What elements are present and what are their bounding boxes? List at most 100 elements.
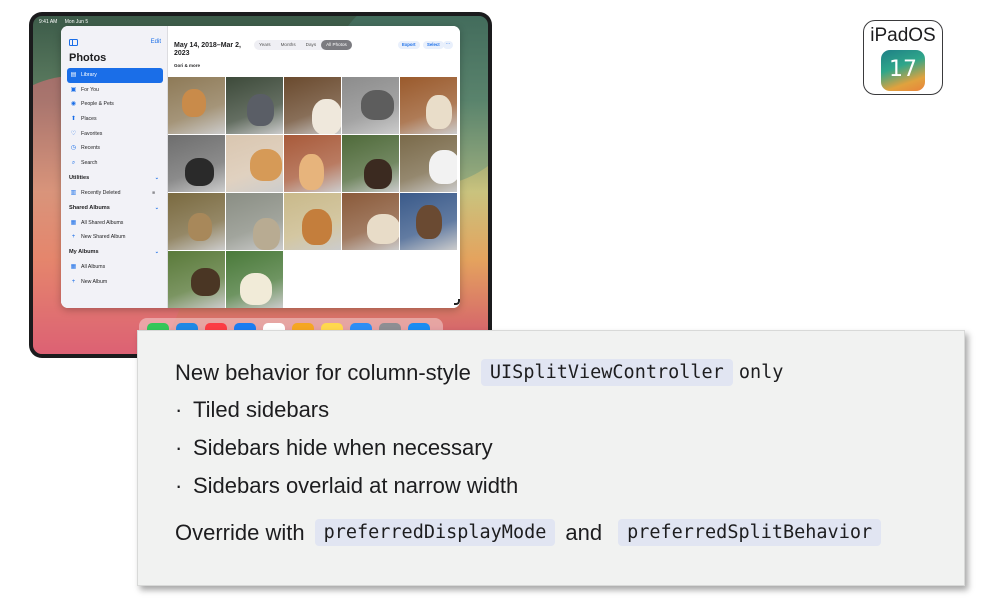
shared-albums-icon: ▦ bbox=[70, 219, 77, 226]
sidebar-item-label: All Albums bbox=[81, 263, 106, 270]
segment-months[interactable]: Months bbox=[276, 40, 301, 50]
export-button[interactable]: Export bbox=[398, 41, 420, 49]
dog-figure bbox=[367, 214, 399, 244]
photo-thumbnail[interactable] bbox=[168, 77, 225, 134]
sidebar-item-label: Recents bbox=[81, 145, 101, 152]
sidebar-toggle-icon[interactable] bbox=[69, 39, 78, 46]
select-button[interactable]: Select bbox=[423, 41, 444, 49]
heart-icon: ♡ bbox=[70, 130, 77, 137]
dog-figure bbox=[185, 158, 214, 186]
search-icon: ⌕ bbox=[71, 160, 76, 167]
chevron-down-icon: ⌄ bbox=[154, 174, 159, 181]
photo-thumbnail[interactable] bbox=[226, 251, 283, 308]
photos-content: May 14, 2018–Mar 2, 2023 Gori & more Yea… bbox=[168, 26, 460, 308]
bullet-text: Sidebars hide when necessary bbox=[193, 435, 493, 460]
sidebar-title: Photos bbox=[69, 52, 107, 64]
sidebar-item-recently-deleted[interactable]: ▥ Recently Deleted ■ bbox=[67, 186, 163, 201]
dog-figure bbox=[299, 154, 324, 190]
sidebar-item-label: Recently Deleted bbox=[81, 189, 121, 196]
for-you-icon: ▣ bbox=[70, 86, 77, 93]
photo-thumbnail[interactable] bbox=[284, 135, 341, 192]
photo-thumbnail[interactable] bbox=[342, 193, 399, 250]
plus-icon: + bbox=[71, 278, 76, 285]
sidebar-item-for-you[interactable]: ▣ For You bbox=[67, 83, 163, 98]
date-range-title: May 14, 2018–Mar 2, 2023 bbox=[174, 42, 241, 57]
photo-thumbnail[interactable] bbox=[168, 193, 225, 250]
sidebar-item-all-albums[interactable]: ▦ All Albums bbox=[67, 260, 163, 275]
sidebar-item-all-shared-albums[interactable]: ▦ All Shared Albums bbox=[67, 216, 163, 231]
bullet-icon: · bbox=[175, 473, 183, 498]
dog-figure bbox=[302, 209, 332, 245]
ipad-device: 9:41 AM Mon Jun 5 ··· Edit Photos ▤ Libr… bbox=[29, 12, 492, 358]
photo-thumbnail[interactable] bbox=[284, 193, 341, 250]
photo-thumbnail[interactable] bbox=[342, 77, 399, 134]
section-header-shared-albums[interactable]: Shared Albums ⌄ bbox=[67, 201, 163, 216]
library-icon: ▤ bbox=[70, 72, 77, 78]
dog-figure bbox=[188, 213, 212, 241]
sidebar-item-label: New Album bbox=[81, 278, 108, 285]
chevron-down-icon: ⌄ bbox=[154, 248, 159, 255]
intro-suffix: only bbox=[738, 362, 784, 383]
dog-figure bbox=[240, 273, 272, 305]
sidebar-item-search[interactable]: ⌕ Search bbox=[67, 156, 163, 171]
sidebar-item-places[interactable]: ⬆ Places bbox=[67, 112, 163, 127]
sidebar-item-label: Favorites bbox=[81, 130, 103, 137]
photo-thumbnail[interactable] bbox=[400, 77, 457, 134]
dog-figure bbox=[361, 90, 394, 120]
dog-figure bbox=[364, 159, 392, 189]
albums-icon: ▦ bbox=[70, 263, 77, 270]
os-name: iPadOS bbox=[870, 25, 936, 46]
section-header-utilities[interactable]: Utilities ⌄ bbox=[67, 171, 163, 186]
code-uisplitviewcontroller: UISplitViewController bbox=[480, 359, 733, 386]
plus-icon: + bbox=[71, 234, 76, 241]
sidebar-item-label: For You bbox=[81, 86, 99, 93]
sidebar-item-new-shared-album[interactable]: + New Shared Album bbox=[67, 230, 163, 245]
segment-days[interactable]: Days bbox=[301, 40, 321, 50]
date-range-subtitle: Gori & more bbox=[174, 63, 201, 68]
photo-thumbnail[interactable] bbox=[168, 251, 225, 308]
photo-thumbnail[interactable] bbox=[226, 77, 283, 134]
chevron-down-icon: ⌄ bbox=[154, 204, 159, 211]
code-preferred-display-mode: preferredDisplayMode bbox=[314, 519, 556, 546]
status-time: 9:41 AM bbox=[39, 19, 58, 25]
section-header-my-albums[interactable]: My Albums ⌄ bbox=[67, 245, 163, 260]
section-title: My Albums bbox=[69, 248, 99, 255]
sidebar-item-new-album[interactable]: + New Album bbox=[67, 275, 163, 290]
bullet-item: · Sidebars overlaid at narrow width bbox=[175, 473, 518, 499]
sidebar-item-label: New Shared Album bbox=[81, 234, 126, 241]
more-button[interactable]: ··· bbox=[443, 41, 453, 49]
ipados-17-icon: 17 bbox=[881, 50, 925, 91]
photo-thumbnail[interactable] bbox=[400, 135, 457, 192]
photo-grid bbox=[168, 77, 460, 308]
os-version: 17 bbox=[889, 57, 917, 82]
view-segmented-control: Years Months Days All Photos bbox=[254, 40, 352, 50]
sidebar-item-recents[interactable]: ◷ Recents bbox=[67, 141, 163, 156]
photo-thumbnail[interactable] bbox=[400, 193, 457, 250]
bullet-text: Sidebars overlaid at narrow width bbox=[193, 473, 519, 498]
photo-thumbnail[interactable] bbox=[226, 193, 283, 250]
bullet-item: · Tiled sidebars bbox=[175, 397, 329, 423]
ipad-screen: 9:41 AM Mon Jun 5 ··· Edit Photos ▤ Libr… bbox=[33, 16, 488, 354]
segment-years[interactable]: Years bbox=[254, 40, 276, 50]
photos-window: ··· Edit Photos ▤ Library ▣ For You bbox=[61, 26, 460, 308]
override-text: Override with bbox=[175, 519, 305, 545]
segment-all-photos[interactable]: All Photos bbox=[321, 40, 352, 50]
intro-line: New behavior for column-style UISplitVie… bbox=[175, 359, 783, 386]
override-and: and bbox=[565, 519, 603, 545]
photo-thumbnail[interactable] bbox=[226, 135, 283, 192]
photo-thumbnail[interactable] bbox=[168, 135, 225, 192]
dog-figure bbox=[247, 94, 274, 126]
people-icon: ◉ bbox=[70, 101, 77, 108]
dog-figure bbox=[416, 205, 442, 239]
trash-icon: ▥ bbox=[70, 189, 77, 196]
sidebar-item-people-pets[interactable]: ◉ People & Pets bbox=[67, 97, 163, 112]
dog-figure bbox=[312, 99, 341, 134]
sidebar-item-favorites[interactable]: ♡ Favorites bbox=[67, 127, 163, 142]
edit-button[interactable]: Edit bbox=[151, 39, 161, 45]
code-preferred-split-behavior: preferredSplitBehavior bbox=[618, 519, 882, 546]
sidebar-item-library[interactable]: ▤ Library bbox=[67, 68, 163, 83]
photo-thumbnail[interactable] bbox=[284, 77, 341, 134]
photo-thumbnail[interactable] bbox=[342, 135, 399, 192]
places-icon: ⬆ bbox=[70, 116, 77, 123]
lock-icon: ■ bbox=[151, 189, 155, 196]
